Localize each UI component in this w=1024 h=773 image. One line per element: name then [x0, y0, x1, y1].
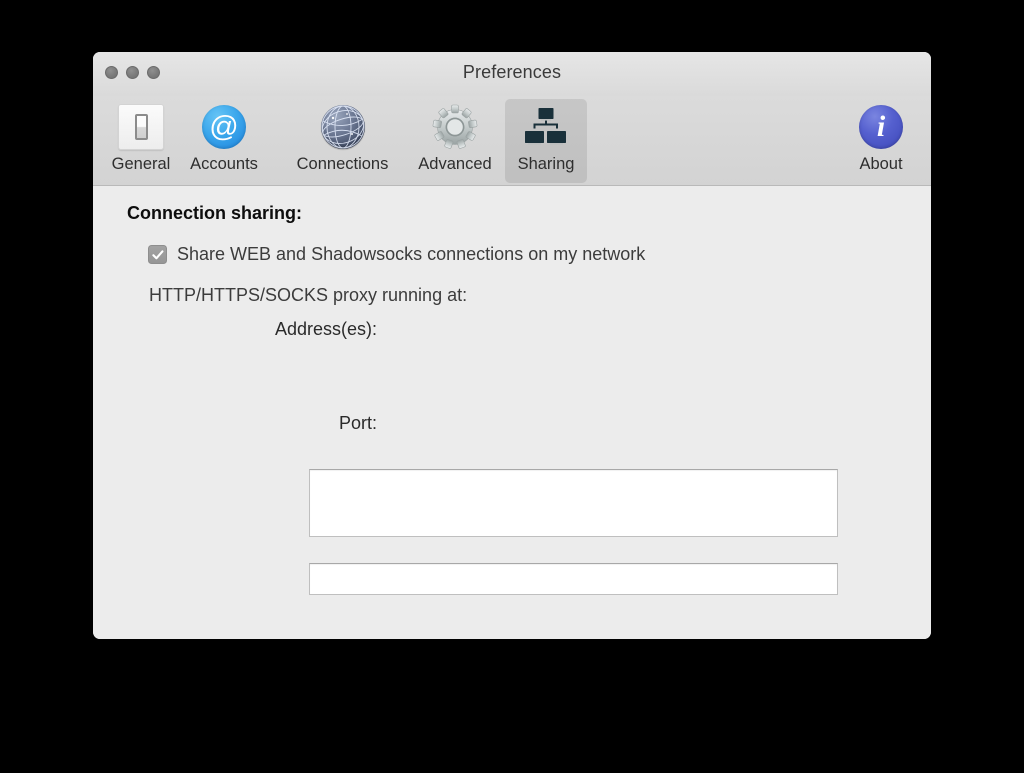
port-field-label: Port: — [169, 413, 377, 434]
toolbar-item-about[interactable]: i About — [841, 99, 921, 183]
window-titlebar: Preferences — [93, 52, 931, 96]
sharing-pane: Connection sharing: Share WEB and Shadow… — [93, 186, 931, 639]
toolbar-label-connections: Connections — [297, 155, 389, 174]
address-field[interactable] — [309, 469, 838, 537]
checkmark-icon — [151, 248, 165, 262]
toolbar-item-sharing[interactable]: Sharing — [505, 99, 587, 183]
address-field-label: Address(es): — [169, 319, 377, 340]
toolbar-item-advanced[interactable]: Advanced — [405, 99, 505, 183]
toolbar-label-accounts: Accounts — [190, 155, 258, 174]
section-title: Connection sharing: — [127, 203, 302, 224]
info-icon: i — [857, 103, 905, 151]
toolbar-label-about: About — [859, 155, 902, 174]
port-input[interactable] — [310, 564, 837, 594]
at-sign-icon: @ — [200, 103, 248, 151]
light-switch-icon — [117, 103, 165, 151]
globe-icon — [319, 103, 367, 151]
address-input[interactable] — [310, 470, 837, 536]
gear-icon — [431, 103, 479, 151]
port-field[interactable] — [309, 563, 838, 595]
window-title: Preferences — [93, 62, 931, 83]
toolbar-item-general[interactable]: General — [101, 99, 181, 183]
proxy-running-note: HTTP/HTTPS/SOCKS proxy running at: — [149, 285, 467, 306]
toolbar-label-advanced: Advanced — [418, 155, 491, 174]
toolbar-item-connections[interactable]: Connections — [285, 99, 400, 183]
network-share-icon — [522, 103, 570, 151]
preferences-window: Preferences General @ Accounts — [93, 52, 931, 639]
toolbar-label-general: General — [112, 155, 171, 174]
toolbar-label-sharing: Sharing — [518, 155, 575, 174]
share-connections-checkbox[interactable] — [148, 245, 167, 264]
preferences-toolbar: General @ Accounts — [93, 96, 931, 186]
share-connections-label: Share WEB and Shadowsocks connections on… — [177, 244, 645, 265]
toolbar-item-accounts[interactable]: @ Accounts — [184, 99, 264, 183]
share-connections-row[interactable]: Share WEB and Shadowsocks connections on… — [148, 244, 645, 265]
